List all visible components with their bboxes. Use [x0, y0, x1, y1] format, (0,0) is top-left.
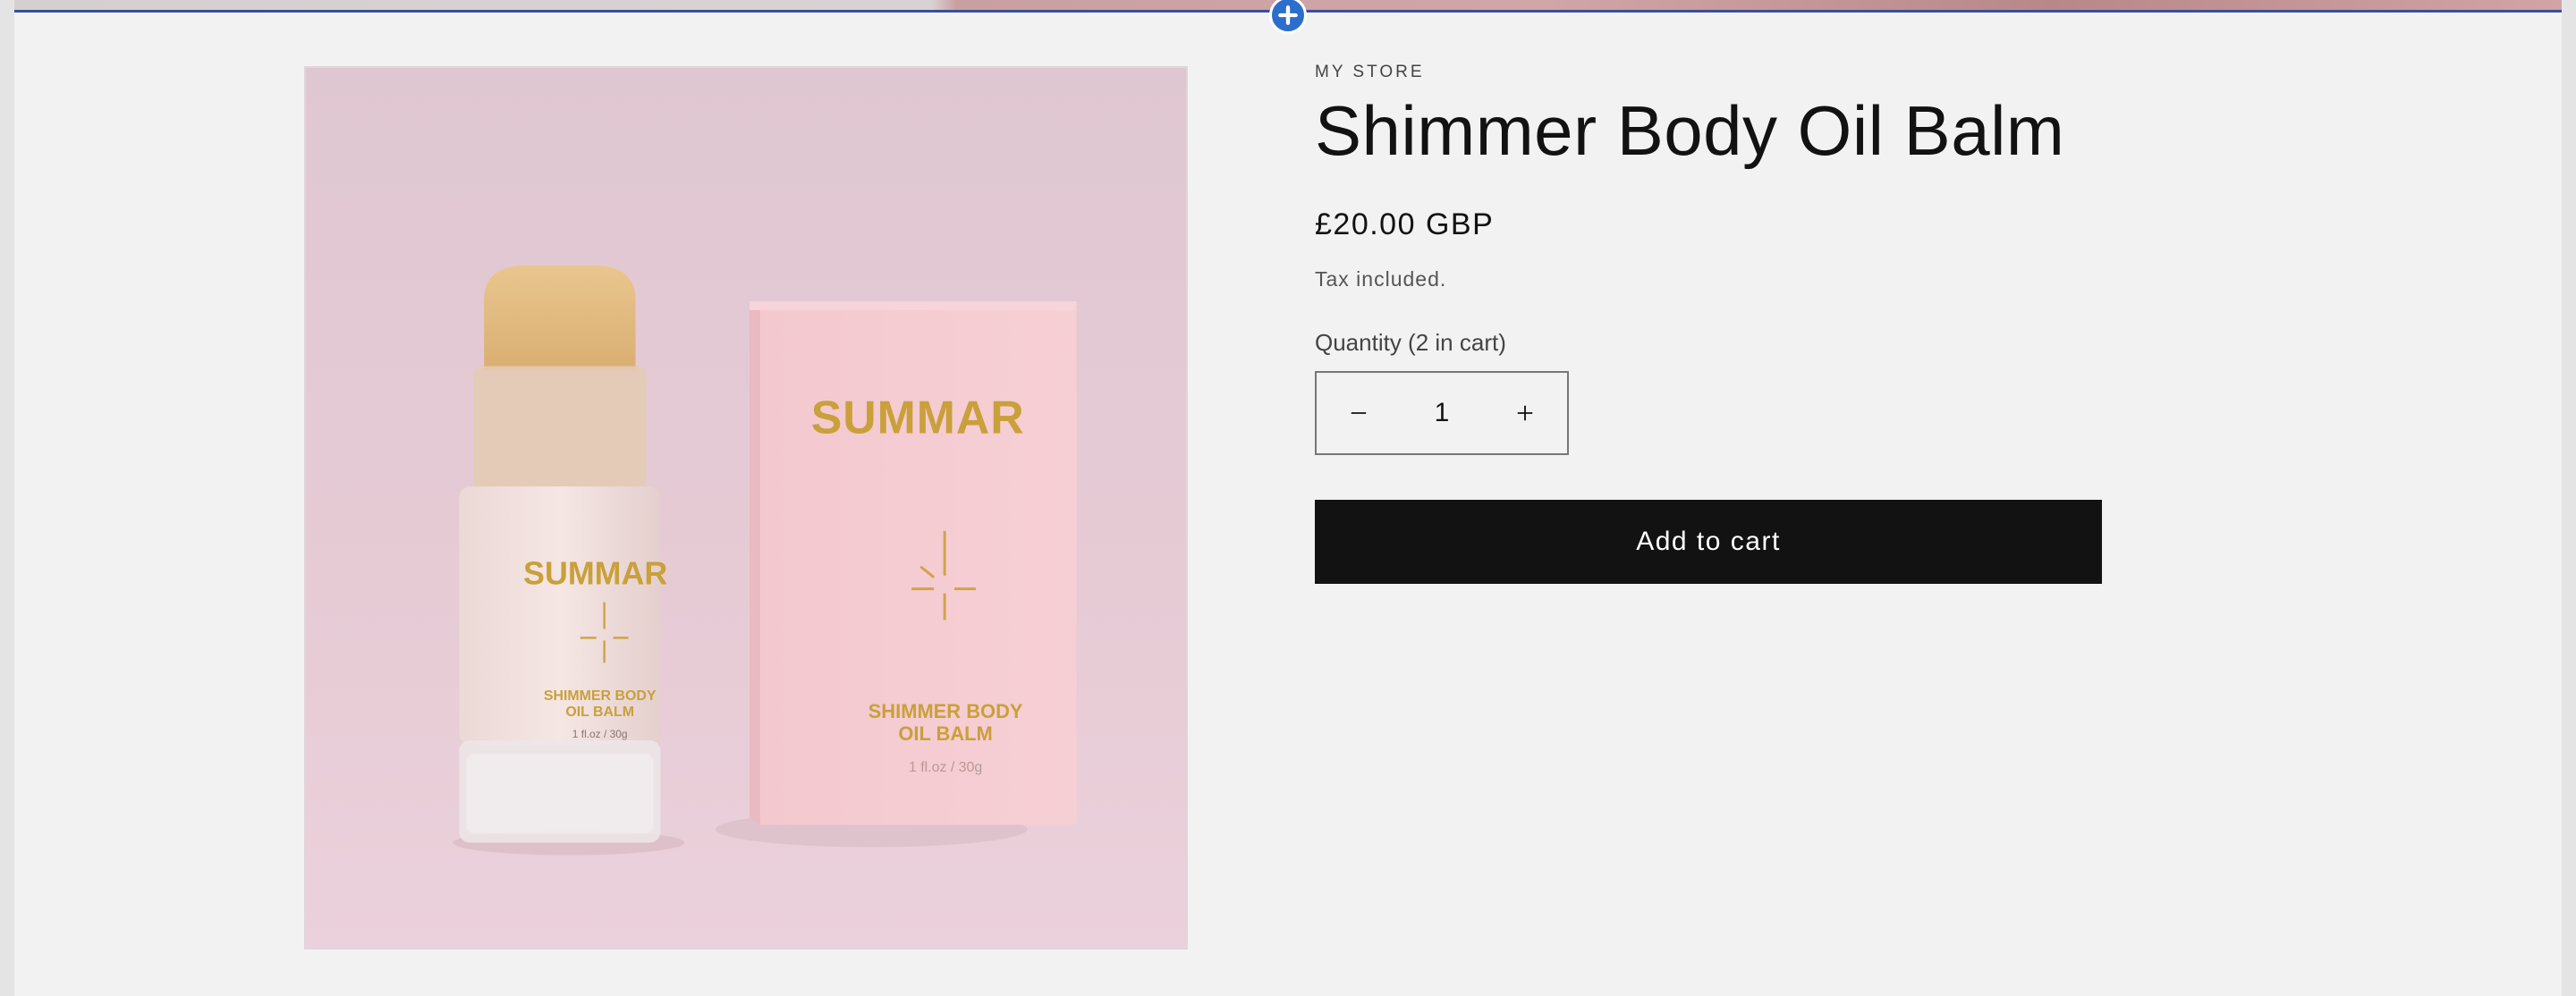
minus-icon — [1351, 411, 1367, 414]
add-to-cart-button[interactable]: Add to cart — [1315, 499, 2102, 584]
plus-icon — [1278, 5, 1298, 25]
quantity-increase-button[interactable] — [1483, 373, 1567, 453]
product-title: Shimmer Body Oil Balm — [1315, 91, 2065, 170]
editor-gutter-right — [2562, 0, 2576, 996]
box-product-line-1: SHIMMER BODY — [869, 700, 1023, 722]
product-photo: SUMMAR SHIMMER BODY OIL BALM 1 fl.oz / 3… — [306, 68, 1186, 948]
vendor-label: MY STORE — [1315, 63, 1425, 81]
plus-icon — [1517, 405, 1533, 421]
quantity-label: Quantity (2 in cart) — [1315, 328, 1506, 356]
box-size-text: 1 fl.oz / 30g — [909, 760, 982, 775]
editor-gutter-left — [0, 0, 14, 996]
stick-size-text: 1 fl.oz / 30g — [572, 728, 628, 740]
box-product-line-2: OIL BALM — [898, 722, 992, 745]
product-page: SUMMAR SHIMMER BODY OIL BALM 1 fl.oz / 3… — [0, 0, 2576, 996]
stick-brand-text: SUMMAR — [523, 556, 667, 592]
stick-product-line-2: OIL BALM — [565, 705, 634, 720]
quantity-stepper — [1315, 370, 1569, 455]
stick-product-line-1: SHIMMER BODY — [544, 688, 657, 704]
quantity-decrease-button[interactable] — [1317, 373, 1401, 453]
tax-note: Tax included. — [1315, 266, 1447, 291]
product-image[interactable]: SUMMAR SHIMMER BODY OIL BALM 1 fl.oz / 3… — [304, 66, 1188, 950]
box-brand-text: SUMMAR — [811, 391, 1025, 443]
product-info: MY STORE Shimmer Body Oil Balm £20.00 GB… — [1315, 63, 2102, 584]
add-section-button[interactable] — [1269, 0, 1307, 34]
product-price: £20.00 GBP — [1315, 207, 1495, 241]
quantity-input[interactable] — [1404, 396, 1479, 429]
